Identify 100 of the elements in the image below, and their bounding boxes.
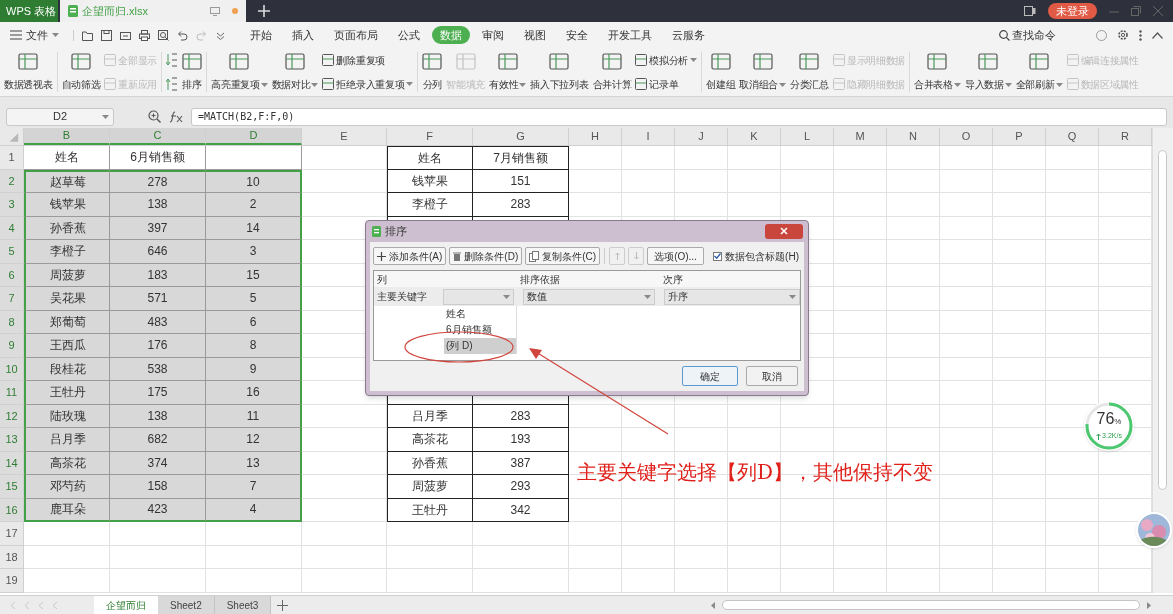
column-header[interactable]: F (387, 128, 473, 145)
ribbon-button[interactable]: 记录单 (635, 76, 698, 92)
row-header[interactable]: 15 (0, 475, 24, 499)
table-cell[interactable]: 423 (110, 498, 206, 522)
folder-icon[interactable] (82, 29, 93, 41)
close-icon[interactable] (1153, 6, 1163, 16)
table-cell[interactable]: 赵草莓 (24, 169, 110, 193)
ribbon-button[interactable]: 删除重复项 (322, 52, 414, 68)
table-cell[interactable]: 高茶花 (24, 451, 110, 475)
caret-icon[interactable] (519, 82, 527, 87)
menu-tab[interactable]: 安全 (558, 26, 596, 44)
column-header[interactable]: B (24, 128, 110, 145)
redo-icon[interactable] (196, 29, 207, 41)
caret-icon[interactable] (502, 294, 510, 299)
table-cell[interactable]: 293 (473, 475, 569, 499)
dropdown-option[interactable]: 姓名 (444, 306, 516, 322)
zoom-in-icon[interactable] (148, 110, 161, 123)
toolbar-button[interactable]: 复制条件(C) (525, 247, 601, 265)
login-button[interactable]: 未登录 (1048, 3, 1097, 19)
settings-icon[interactable] (1117, 29, 1129, 41)
table-cell[interactable]: 6 (206, 310, 302, 334)
monitor-icon[interactable] (210, 6, 220, 16)
feedback-icon[interactable] (1096, 29, 1107, 41)
ribbon-button[interactable]: 数据透视表 (2, 48, 55, 96)
row-header[interactable]: 4 (0, 216, 24, 240)
row-header[interactable]: 12 (0, 404, 24, 428)
ok-button[interactable]: 确定 (682, 366, 738, 386)
row-header[interactable]: 5 (0, 240, 24, 264)
column-header[interactable]: H (569, 128, 622, 145)
sheet-tab[interactable]: Sheet3 (214, 596, 272, 614)
table-cell[interactable]: 鹿耳朵 (24, 498, 110, 522)
table-cell[interactable]: 158 (110, 475, 206, 499)
basis-dropdown[interactable]: 数值 (522, 288, 655, 305)
row-header[interactable]: 3 (0, 193, 24, 217)
tablet-icon[interactable] (1024, 6, 1036, 16)
table-cell[interactable]: 7 (206, 475, 302, 499)
column-header[interactable]: L (781, 128, 834, 145)
table-cell[interactable] (206, 146, 302, 170)
table-cell[interactable]: 李橙子 (24, 240, 110, 264)
row-header[interactable]: 19 (0, 569, 24, 593)
ribbon-button[interactable]: 有效性 (487, 48, 529, 96)
scroll-right-icon[interactable] (1146, 601, 1151, 609)
move-down-button[interactable] (628, 247, 645, 265)
caret-icon[interactable] (953, 82, 961, 87)
horizontal-scrollbar[interactable] (722, 600, 1140, 610)
table-cell[interactable]: 4 (206, 498, 302, 522)
table-cell[interactable]: 孙香蕉 (24, 216, 110, 240)
table-cell[interactable]: 283 (473, 193, 569, 217)
print-icon[interactable] (139, 29, 150, 41)
ribbon-button[interactable]: 数据对比 (269, 48, 321, 96)
table-cell[interactable]: 陆玫瑰 (24, 404, 110, 428)
table-cell[interactable]: 278 (110, 169, 206, 193)
table-cell[interactable]: 王牡丹 (24, 381, 110, 405)
options-button[interactable]: 选项(O)... (647, 247, 704, 265)
sheet-tab[interactable]: 企望而归 (94, 596, 158, 614)
table-cell[interactable]: 12 (206, 428, 302, 452)
order-dropdown[interactable]: 升序 (664, 288, 800, 305)
sort-ascending-icon[interactable] (166, 52, 179, 68)
vertical-scrollbar[interactable] (1152, 128, 1173, 593)
table-cell[interactable]: 15 (206, 263, 302, 287)
table-cell[interactable]: 13 (206, 451, 302, 475)
formula-field[interactable]: =MATCH(B2,F:F,0) (191, 107, 1167, 126)
table-cell[interactable]: 176 (110, 334, 206, 358)
ribbon-button[interactable]: 合并计算 (590, 48, 634, 96)
ribbon-button[interactable]: 分列 (420, 48, 445, 96)
new-tab-icon[interactable] (258, 5, 270, 17)
column-header[interactable]: N (887, 128, 940, 145)
table-cell[interactable]: 7月销售额 (473, 146, 569, 170)
column-header[interactable]: M (834, 128, 887, 145)
checkbox[interactable] (713, 251, 723, 261)
caret-icon[interactable] (52, 33, 59, 37)
table-cell[interactable]: 郑葡萄 (24, 310, 110, 334)
row-header[interactable]: 7 (0, 287, 24, 311)
column-header[interactable]: D (206, 128, 302, 145)
table-cell[interactable]: 周菠萝 (24, 263, 110, 287)
table-cell[interactable]: 王西瓜 (24, 334, 110, 358)
ribbon-button[interactable]: 拒绝录入重复项 (322, 76, 414, 92)
ribbon-button[interactable]: 取消组合 (737, 48, 789, 96)
row-header[interactable]: 18 (0, 545, 24, 569)
caret-icon[interactable] (1055, 82, 1063, 87)
table-cell[interactable]: 3 (206, 240, 302, 264)
file-menu-button[interactable]: 文件 (10, 26, 65, 44)
table-cell[interactable]: 397 (110, 216, 206, 240)
caret-icon[interactable] (311, 82, 319, 87)
ribbon-button[interactable]: 合并表格 (912, 48, 963, 96)
column-header[interactable]: J (675, 128, 728, 145)
table-cell[interactable]: 2 (206, 193, 302, 217)
row-header[interactable]: 6 (0, 263, 24, 287)
table-cell[interactable]: 钱苹果 (24, 193, 110, 217)
ribbon-button[interactable]: 导入数据 (962, 48, 1014, 96)
menu-tab[interactable]: 视图 (516, 26, 554, 44)
caret-icon[interactable] (789, 294, 796, 299)
table-cell[interactable]: 387 (473, 451, 569, 475)
table-cell[interactable]: 646 (110, 240, 206, 264)
table-cell[interactable]: 11 (206, 404, 302, 428)
row-header[interactable]: 2 (0, 169, 24, 193)
table-cell[interactable]: 151 (473, 169, 569, 193)
caret-icon[interactable] (406, 82, 414, 86)
column-header[interactable]: P (993, 128, 1046, 145)
table-cell[interactable]: 175 (110, 381, 206, 405)
